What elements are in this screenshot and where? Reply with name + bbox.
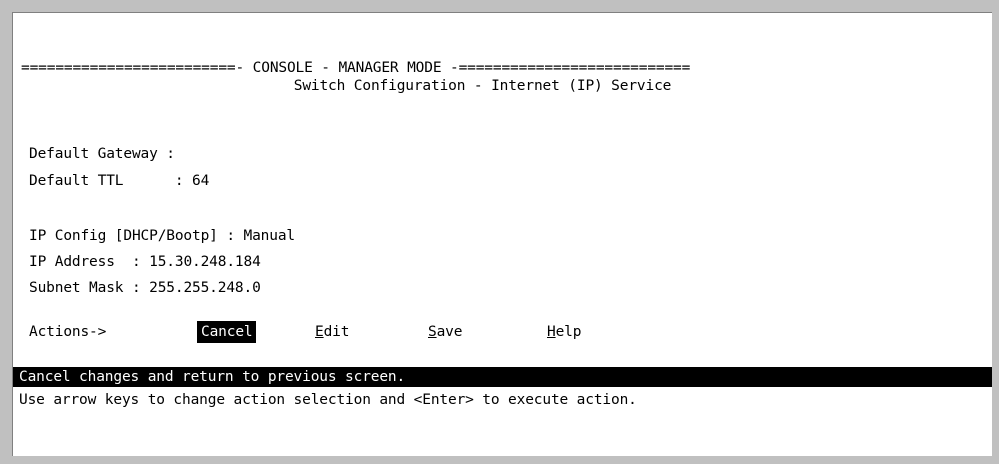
subnet-mask-label: Subnet Mask : xyxy=(29,280,150,296)
ip-address-label: IP Address : xyxy=(29,254,150,270)
edit-action[interactable]: Edit xyxy=(315,321,349,343)
ip-config-row[interactable]: IP Config [DHCP/Bootp] : Manual xyxy=(29,225,992,247)
help-hotkey: H xyxy=(547,324,556,340)
actions-menu: Actions-> Cancel Edit Save Help xyxy=(29,321,992,343)
status-message-bar: Cancel changes and return to previous sc… xyxy=(13,367,992,387)
help-action[interactable]: Help xyxy=(547,321,581,343)
console-window-frame: =========================- CONSOLE - MAN… xyxy=(0,0,999,464)
default-gateway-label: Default Gateway : xyxy=(29,146,175,162)
page-title: Switch Configuration - Internet (IP) Ser… xyxy=(293,78,672,94)
default-gateway-row[interactable]: Default Gateway : xyxy=(29,143,992,165)
default-ttl-label: Default TTL : xyxy=(29,173,193,189)
ip-address-row[interactable]: IP Address : 15.30.248.184 xyxy=(29,251,992,273)
ip-config-value[interactable]: Manual xyxy=(244,228,296,244)
ip-config-label: IP Config [DHCP/Bootp] : xyxy=(29,228,244,244)
help-hint-line: Use arrow keys to change action selectio… xyxy=(19,392,637,408)
subnet-mask-value[interactable]: 255.255.248.0 xyxy=(149,280,261,296)
save-hotkey: S xyxy=(428,324,437,340)
edit-action-rest: dit xyxy=(323,324,350,340)
actions-label: Actions-> xyxy=(29,324,107,340)
edit-hotkey: E xyxy=(315,324,324,340)
default-ttl-row[interactable]: Default TTL : 64 xyxy=(29,170,992,192)
terminal-screen: =========================- CONSOLE - MAN… xyxy=(12,12,992,456)
save-action[interactable]: Save xyxy=(428,321,462,343)
ip-address-value[interactable]: 15.30.248.184 xyxy=(149,254,261,270)
subnet-mask-row[interactable]: Subnet Mask : 255.255.248.0 xyxy=(29,277,992,299)
default-ttl-value[interactable]: 64 xyxy=(192,173,209,189)
cancel-action[interactable]: Cancel xyxy=(197,321,257,343)
save-action-rest: ave xyxy=(436,324,463,340)
help-action-rest: elp xyxy=(555,324,582,340)
